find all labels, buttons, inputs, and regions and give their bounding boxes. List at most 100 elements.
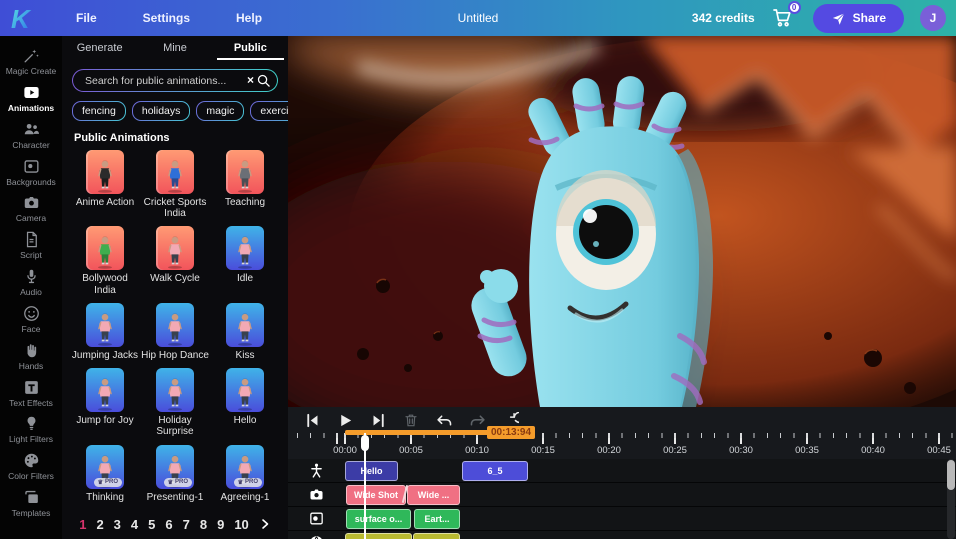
page-2[interactable]: 2 xyxy=(96,517,103,532)
page-10[interactable]: 10 xyxy=(234,517,248,532)
timeline-clip[interactable]: Wide Shot xyxy=(346,485,406,505)
animation-card[interactable]: Teaching xyxy=(210,150,280,225)
animation-card[interactable]: ♛PRO Thinking xyxy=(70,445,140,509)
timeline-ruler[interactable]: 00:13:94 00:00 00:05 00:10 00:15 00:20 0… xyxy=(288,433,956,459)
tab-public[interactable]: Public xyxy=(213,36,288,60)
animation-card[interactable]: Anime Action xyxy=(70,150,140,225)
share-button[interactable]: Share xyxy=(813,4,904,33)
card-label: Walk Cycle xyxy=(150,273,200,284)
animation-card[interactable]: Cricket Sports India xyxy=(140,150,210,225)
sidebar-item-face[interactable]: Face xyxy=(0,304,62,334)
menu-help[interactable]: Help xyxy=(236,11,262,25)
animation-card[interactable]: Jumping Jacks xyxy=(70,303,140,367)
timeline-clip[interactable]: Eart... xyxy=(414,509,460,529)
panel-tabs: Generate Mine Public xyxy=(62,36,288,60)
face-icon xyxy=(22,304,41,323)
timeline-clip[interactable]: Three Po... xyxy=(345,533,412,539)
animation-card[interactable]: ♛PRO Presenting-1 xyxy=(140,445,210,509)
timeline-clip[interactable]: Wide ... xyxy=(407,485,460,505)
cart-button[interactable]: 0 xyxy=(771,5,797,31)
ruler-label: 00:35 xyxy=(795,445,819,456)
sidebar-item-label: Templates xyxy=(12,509,51,518)
skip-start-button[interactable] xyxy=(302,410,322,430)
app-logo[interactable]: K xyxy=(0,0,48,36)
page-7[interactable]: 7 xyxy=(183,517,190,532)
tab-mine[interactable]: Mine xyxy=(137,36,212,60)
ruler-label: 00:45 xyxy=(927,445,951,456)
track-lane[interactable]: surface o... Eart... xyxy=(345,507,956,530)
animation-card[interactable]: ♛PRO Agreeing-1 xyxy=(210,445,280,509)
track-lane[interactable]: Hello 6_5 xyxy=(345,459,956,482)
animation-card[interactable]: Idle xyxy=(210,226,280,301)
sidebar-item-color-filters[interactable]: Color Filters xyxy=(0,451,62,481)
animation-card[interactable]: Kiss xyxy=(210,303,280,367)
track-background: surface o... Eart... xyxy=(288,507,956,530)
video-preview xyxy=(288,36,956,407)
person-icon xyxy=(308,462,325,479)
card-label: Kiss xyxy=(236,350,255,361)
track-lane[interactable]: Wide Shot Wide ... xyxy=(345,483,956,506)
playhead-handle[interactable] xyxy=(361,435,369,451)
play-icon xyxy=(337,412,354,429)
tab-generate[interactable]: Generate xyxy=(62,36,137,60)
redo-button[interactable] xyxy=(467,410,487,430)
sidebar-item-camera[interactable]: Camera xyxy=(0,193,62,223)
page-8[interactable]: 8 xyxy=(200,517,207,532)
animation-card[interactable]: Holiday Surprise xyxy=(140,368,210,443)
playhead[interactable] xyxy=(364,433,366,539)
camera-icon xyxy=(308,486,325,503)
animation-card[interactable]: Bollywood India xyxy=(70,226,140,301)
card-label: Jumping Jacks xyxy=(72,350,138,361)
sidebar-item-animations[interactable]: Animations xyxy=(0,83,62,113)
next-page-button[interactable] xyxy=(259,518,271,530)
page-6[interactable]: 6 xyxy=(165,517,172,532)
chip-holidays[interactable]: holidays xyxy=(132,101,191,121)
play-button[interactable] xyxy=(335,410,355,430)
skip-next-icon xyxy=(370,412,387,429)
sidebar-item-light-filters[interactable]: Light Filters xyxy=(0,414,62,444)
page-5[interactable]: 5 xyxy=(148,517,155,532)
page-1[interactable]: 1 xyxy=(79,517,86,532)
page-9[interactable]: 9 xyxy=(217,517,224,532)
sidebar-item-character[interactable]: Character xyxy=(0,120,62,150)
chip-exercise[interactable]: exercise xyxy=(250,101,288,121)
timeline-tracks: Hello 6_5 Wide Shot Wide ... xyxy=(288,459,956,539)
undo-button[interactable] xyxy=(434,410,454,430)
card-label: Agreeing-1 xyxy=(221,492,270,503)
timeline-clip[interactable]: Thr... xyxy=(413,533,460,539)
animation-card[interactable]: Hip Hop Dance xyxy=(140,303,210,367)
delete-button[interactable] xyxy=(401,410,421,430)
animation-card[interactable]: Hello xyxy=(210,368,280,443)
page-3[interactable]: 3 xyxy=(114,517,121,532)
project-title[interactable]: Untitled xyxy=(458,11,499,25)
sidebar-item-magic-create[interactable]: Magic Create xyxy=(0,46,62,76)
skip-next-button[interactable] xyxy=(368,410,388,430)
clear-search-icon[interactable]: × xyxy=(247,73,254,87)
skip-start-icon xyxy=(304,412,321,429)
sidebar-item-text-effects[interactable]: Text Effects xyxy=(0,378,62,408)
chevron-right-icon xyxy=(259,518,271,530)
animation-card[interactable]: Jump for Joy xyxy=(70,368,140,443)
user-avatar[interactable]: J xyxy=(920,5,946,31)
page-4[interactable]: 4 xyxy=(131,517,138,532)
scrollbar-thumb[interactable] xyxy=(947,460,955,490)
chip-magic[interactable]: magic xyxy=(196,101,244,121)
sidebar-item-hands[interactable]: Hands xyxy=(0,341,62,371)
menu-file[interactable]: File xyxy=(76,11,97,25)
sidebar-item-audio[interactable]: Audio xyxy=(0,267,62,297)
search-icon[interactable] xyxy=(256,73,271,88)
chip-fencing[interactable]: fencing xyxy=(72,101,126,121)
card-label: Teaching xyxy=(225,197,265,208)
redo-icon xyxy=(469,412,486,429)
animation-card[interactable]: Walk Cycle xyxy=(140,226,210,301)
track-lane[interactable]: Three Po... Thr... xyxy=(345,531,956,539)
sidebar-item-backgrounds[interactable]: Backgrounds xyxy=(0,157,62,187)
sidebar-item-templates[interactable]: Templates xyxy=(0,488,62,518)
timeline-clip[interactable]: Hello xyxy=(345,461,398,481)
ruler-label: 00:40 xyxy=(861,445,885,456)
sidebar-item-script[interactable]: Script xyxy=(0,230,62,260)
timeline-clip[interactable]: 6_5 xyxy=(462,461,528,481)
timeline-scrollbar[interactable] xyxy=(947,459,955,539)
menu-settings[interactable]: Settings xyxy=(143,11,190,25)
timeline-clip[interactable]: surface o... xyxy=(346,509,411,529)
